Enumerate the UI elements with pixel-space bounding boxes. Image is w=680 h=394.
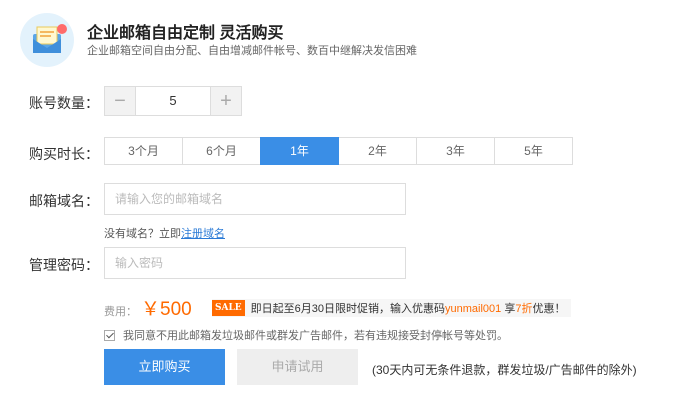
register-domain-link[interactable]: 注册域名: [181, 228, 225, 240]
refund-note: (30天内可无条件退款，群发垃圾/广告邮件的除外): [372, 363, 637, 377]
duration-option-6-months[interactable]: 6个月: [182, 137, 261, 165]
duration-option-1-year[interactable]: 1年: [260, 137, 339, 165]
increment-button[interactable]: +: [211, 87, 241, 115]
page-subtitle: 企业邮箱空间自由分配、自由增减邮件帐号、数百中继解决发信困难: [87, 45, 417, 57]
password-label: 管理密码：: [29, 257, 99, 273]
promo-banner: SALE 即日起至6月30日限时促销，输入优惠码yunmail001 享7折优惠…: [212, 299, 572, 317]
price-value: ￥500: [141, 299, 192, 320]
promo-text: 即日起至6月30日限时促销，输入优惠码yunmail001 享7折优惠！: [251, 300, 566, 316]
decrement-button[interactable]: −: [105, 87, 135, 115]
agreement-row: 我同意不用此邮箱发垃圾邮件或群发广告邮件，若有违规接受封停帐号等处罚。: [104, 327, 508, 343]
page-title: 企业邮箱自由定制 灵活购买: [87, 25, 284, 42]
quantity-input[interactable]: 5: [135, 87, 211, 115]
promo-suffix: 优惠！: [532, 303, 566, 315]
domain-hint: 没有域名？立即注册域名: [104, 225, 225, 241]
envelope-icon: [33, 24, 67, 53]
duration-option-3-months[interactable]: 3个月: [104, 137, 183, 165]
sale-tag: SALE: [212, 300, 245, 316]
apply-trial-button[interactable]: 申请试用: [237, 349, 358, 385]
duration-options: 3个月 6个月 1年 2年 3年 5年: [104, 137, 573, 165]
duration-label: 购买时长：: [29, 146, 99, 162]
agreement-text: 我同意不用此邮箱发垃圾邮件或群发广告邮件，若有违规接受封停帐号等处罚。: [123, 330, 508, 342]
duration-option-5-years[interactable]: 5年: [494, 137, 573, 165]
domain-hint-text: 没有域名？立即: [104, 228, 181, 240]
promo-prefix: 即日起至6月30日限时促销，输入优惠码: [250, 303, 446, 315]
duration-option-3-years[interactable]: 3年: [416, 137, 495, 165]
logo-badge: [20, 13, 74, 67]
password-input[interactable]: 输入密码: [104, 247, 406, 279]
duration-option-2-years[interactable]: 2年: [338, 137, 417, 165]
buy-now-button[interactable]: 立即购买: [104, 349, 225, 385]
promo-discount: 7折: [515, 303, 533, 315]
quantity-stepper: − 5 +: [104, 86, 242, 116]
promo-mid: 享: [501, 303, 516, 315]
domain-input[interactable]: 请输入您的邮箱域名: [104, 183, 406, 215]
accounts-label: 账号数量：: [29, 95, 99, 111]
agreement-checkbox[interactable]: [104, 329, 115, 341]
domain-label: 邮箱域名：: [29, 193, 99, 209]
fee-label: 费用：: [104, 306, 137, 318]
promo-code: yunmail001: [445, 303, 502, 315]
